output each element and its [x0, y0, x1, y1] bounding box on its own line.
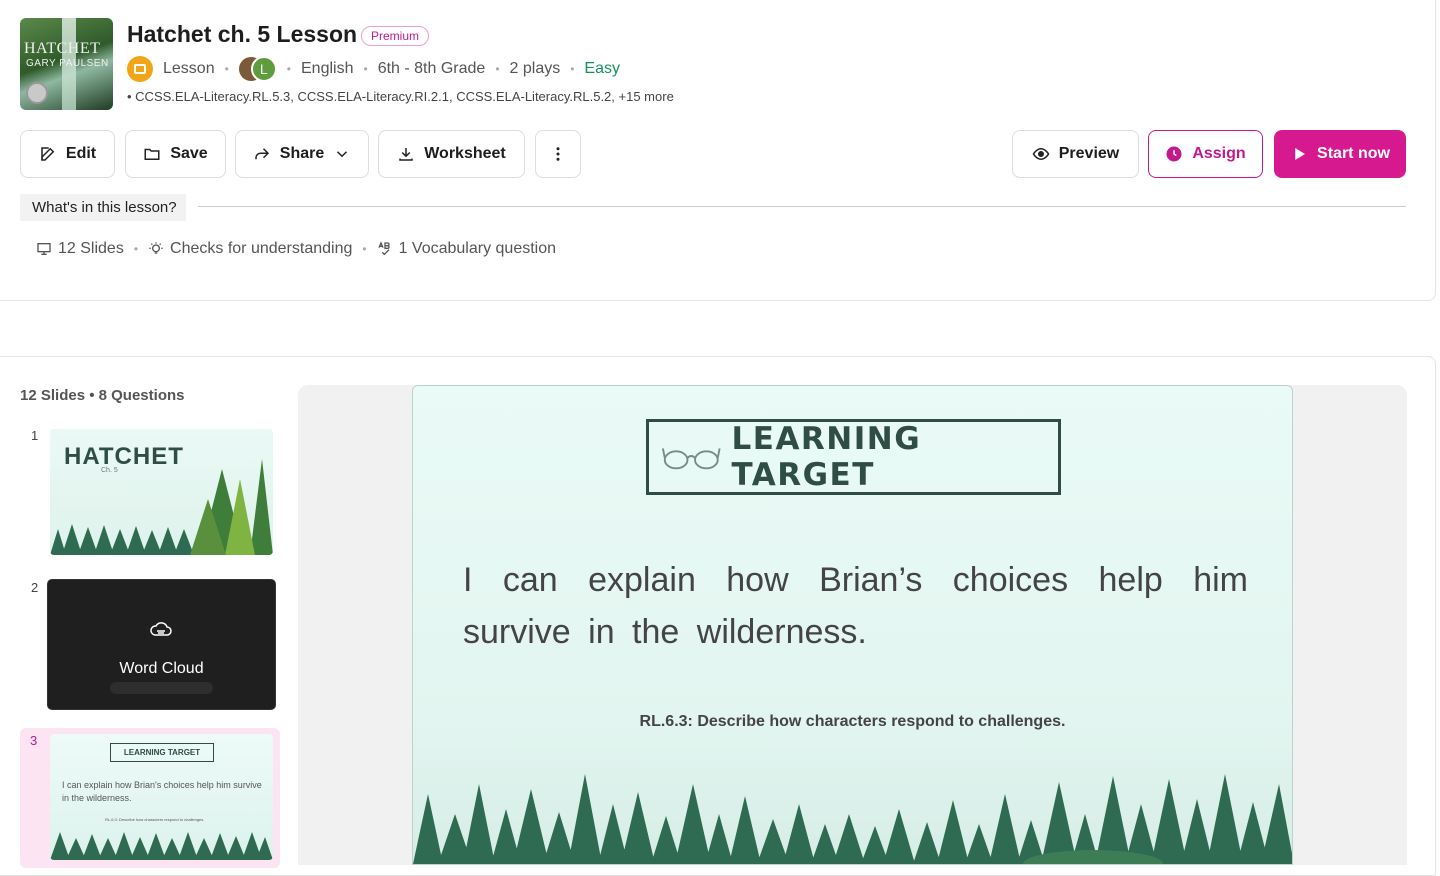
premium-badge: Premium — [361, 26, 430, 46]
slide-standard: RL.6.3: Describe how characters respond … — [639, 713, 1066, 730]
play-count: 2 plays — [509, 60, 561, 77]
share-icon — [255, 148, 269, 160]
play-icon — [1295, 148, 1306, 160]
learning-target-box: LEARNING TARGET — [646, 419, 1061, 495]
share-button[interactable]: Share — [235, 130, 369, 178]
edit-icon — [41, 147, 55, 161]
assign-button[interactable]: Assign — [1148, 130, 1263, 178]
glasses-icon — [661, 448, 721, 470]
lightbulb-icon — [149, 242, 163, 254]
slide-number: 1 — [31, 428, 39, 443]
slide-thumbnail-3[interactable]: LEARNING TARGET I can explain how Brian'… — [50, 734, 273, 860]
presentation-icon — [37, 243, 51, 255]
lesson-contents-heading: What's in this lesson? — [20, 194, 186, 221]
meta-separator: • — [224, 62, 229, 76]
slides-count: 12 Slides — [58, 240, 124, 257]
save-label: Save — [170, 145, 208, 162]
lesson-contents-summary: 12 Slides • Checks for understanding • 1… — [36, 238, 556, 260]
share-label: Share — [279, 145, 325, 162]
meta-separator: • — [363, 62, 368, 76]
cover-medal — [26, 82, 48, 104]
cloud-icon — [150, 622, 172, 636]
subject: English — [301, 60, 354, 77]
meta-separator: • — [362, 242, 367, 256]
download-icon — [399, 148, 413, 161]
lesson-type: Lesson — [163, 60, 215, 77]
cover-title: HATCHET — [24, 40, 101, 57]
avatar-initial: L — [250, 56, 277, 82]
assign-label: Assign — [1192, 145, 1246, 162]
edit-label: Edit — [65, 145, 97, 162]
clock-icon — [1166, 146, 1182, 162]
worksheet-button[interactable]: Worksheet — [378, 130, 525, 178]
standards-list[interactable]: • CCSS.ELA-Literacy.RL.5.3, CCSS.ELA-Lit… — [127, 89, 674, 104]
slide-number: 3 — [30, 733, 38, 748]
vocabulary-icon — [377, 241, 390, 256]
slide-thumbnail-1[interactable]: HATCHET Ch. 5 — [50, 429, 273, 555]
meta-separator: • — [570, 62, 575, 76]
grade-level: 6th - 8th Grade — [377, 60, 486, 77]
save-button[interactable]: Save — [125, 130, 226, 178]
start-now-label: Start now — [1317, 145, 1390, 162]
chevron-down-icon — [337, 151, 348, 158]
more-options-button[interactable] — [535, 130, 581, 178]
forest-illustration — [50, 459, 273, 555]
start-now-button[interactable]: Start now — [1274, 130, 1406, 178]
cover-author: GARY PAULSEN — [26, 58, 109, 69]
preview-button[interactable]: Preview — [1012, 130, 1139, 178]
slide-thumbnail-2[interactable]: Word Cloud — [48, 580, 275, 709]
checks-label: Checks for understanding — [170, 240, 353, 257]
folder-icon — [144, 148, 160, 160]
difficulty: Easy — [584, 60, 620, 77]
meta-separator: • — [286, 62, 291, 76]
lesson-type-icon — [127, 56, 153, 82]
slide-preview: LEARNING TARGET I can explain how Brian’… — [412, 385, 1293, 865]
worksheet-label: Worksheet — [424, 145, 506, 162]
preview-label: Preview — [1058, 145, 1120, 162]
eye-icon — [1032, 147, 1050, 161]
meta-separator: • — [495, 62, 500, 76]
book-cover-image: HATCHET GARY PAULSEN — [20, 18, 113, 110]
thumb-blurred-text — [110, 682, 213, 694]
vocab-label: 1 Vocabulary question — [398, 240, 557, 257]
meta-separator: • — [133, 242, 139, 256]
author-avatar[interactable]: L — [238, 56, 277, 82]
slide-number: 2 — [31, 580, 39, 595]
more-vertical-icon — [556, 147, 560, 161]
lesson-meta: Lesson • L • English • 6th - 8th Grade •… — [127, 56, 620, 82]
forest-illustration — [50, 832, 273, 860]
slide-body-text: I can explain how Brian’s choices help h… — [463, 561, 1248, 651]
edit-button[interactable]: Edit — [20, 130, 115, 178]
slides-summary: 12 Slides • 8 Questions — [20, 387, 185, 404]
thumb-title: Word Cloud — [119, 660, 204, 677]
divider — [198, 206, 1406, 207]
slide-heading: LEARNING TARGET — [731, 421, 922, 493]
forest-illustration — [413, 774, 1292, 864]
lesson-title: Hatchet ch. 5 Lesson — [127, 21, 358, 47]
